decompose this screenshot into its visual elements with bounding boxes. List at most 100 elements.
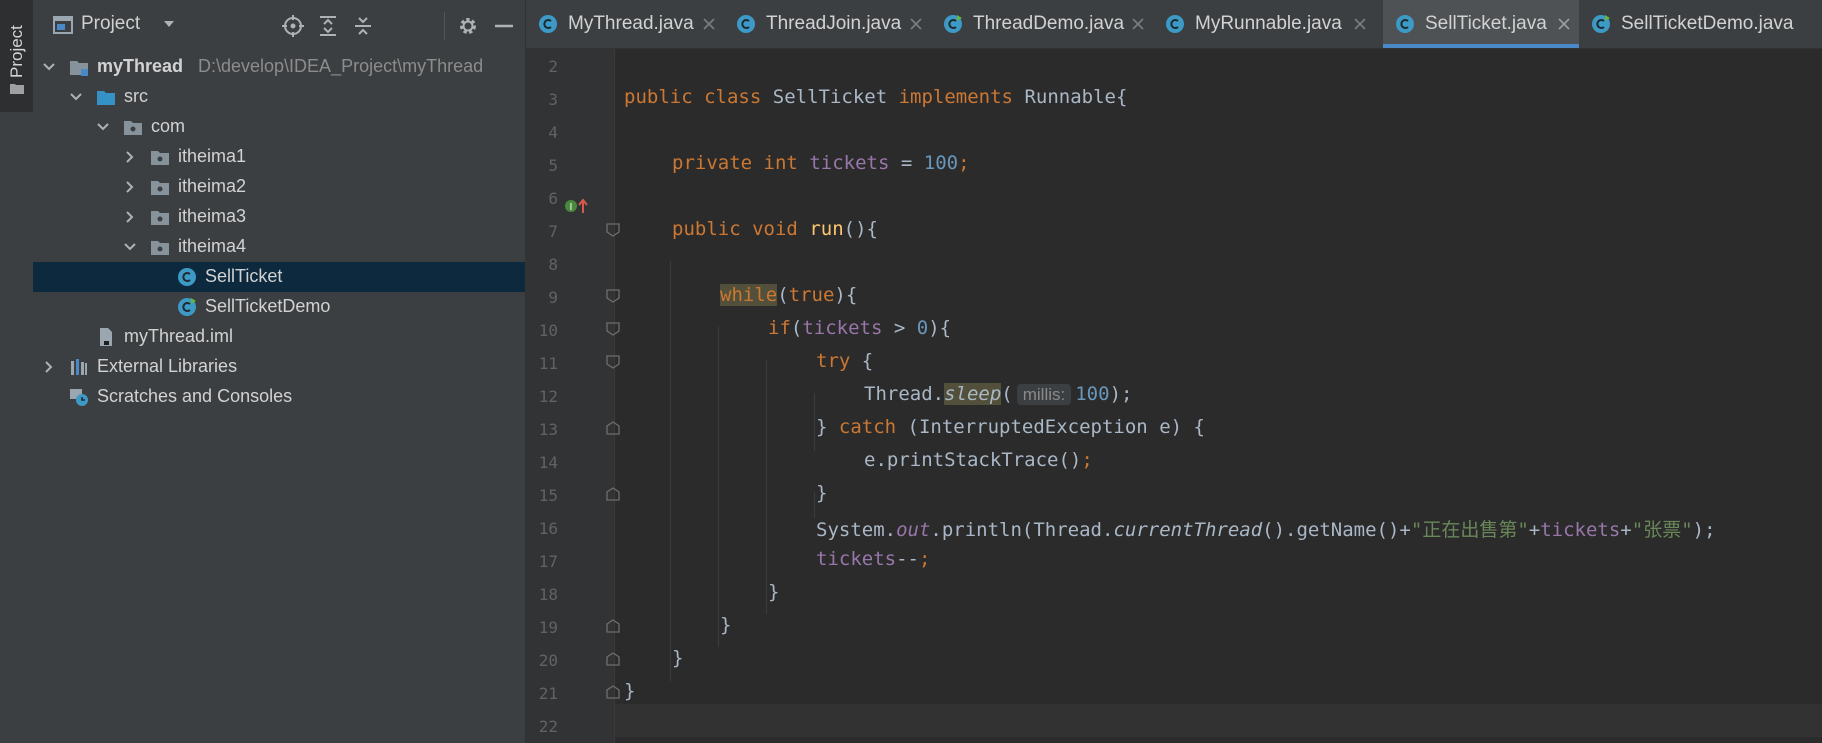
package-icon	[151, 181, 169, 195]
project-tool-label: Project	[7, 25, 26, 78]
chevron-down-icon[interactable]	[123, 240, 137, 254]
keyword: class	[704, 86, 762, 108]
method-call: e.printStackTrace()	[864, 449, 1082, 471]
chevron-right-icon[interactable]	[123, 150, 137, 164]
java-class-icon	[1396, 15, 1414, 33]
chevron-right-icon[interactable]	[42, 360, 56, 374]
tree-item-src[interactable]: src	[33, 82, 525, 112]
tree-item-label: SellTicket	[205, 266, 283, 286]
tab-label: ThreadJoin.java	[766, 13, 902, 34]
close-icon[interactable]	[1131, 17, 1145, 31]
hide-icon[interactable]	[492, 14, 516, 38]
tree-item-itheima2[interactable]: itheima2	[33, 172, 525, 202]
tree-item-sellticket[interactable]: SellTicket	[33, 262, 525, 292]
tree-item-external-libraries[interactable]: External Libraries	[33, 352, 525, 382]
package-icon	[124, 121, 142, 135]
file-icon	[100, 328, 112, 346]
gear-icon[interactable]	[456, 14, 480, 38]
chevron-right-icon[interactable]	[123, 180, 137, 194]
code-line: public class SellTicket implements Runna…	[624, 86, 1127, 108]
project-panel-title[interactable]: Project	[81, 13, 140, 35]
project-tool-tab[interactable]: Project	[0, 0, 33, 112]
class-name: SellTicket	[772, 86, 888, 108]
keyword-highlighted: while	[720, 284, 778, 306]
punctuation: }	[672, 647, 684, 669]
java-class-icon	[539, 15, 557, 33]
module-path: D:\develop\IDEA_Project\myThread	[198, 56, 484, 76]
string-literal: "正在出售第"	[1410, 519, 1529, 541]
runnable-class-icon	[178, 298, 196, 316]
punctuation: );	[1109, 383, 1133, 405]
expand-all-icon[interactable]	[316, 14, 340, 38]
punctuation: (	[790, 317, 803, 339]
close-icon[interactable]	[1353, 17, 1367, 31]
runnable-class-icon	[944, 15, 962, 33]
tab-label: SellTicketDemo.java	[1621, 13, 1794, 34]
class-ref: Thread.	[864, 383, 945, 405]
keyword: private	[672, 152, 753, 174]
operator: --	[896, 548, 919, 570]
tree-item-label: itheima3	[178, 206, 247, 226]
tab-label: SellTicket.java	[1425, 13, 1547, 34]
tab-threadjoin[interactable]: ThreadJoin.java	[724, 0, 931, 48]
chevron-down-icon[interactable]	[42, 60, 56, 74]
folder-icon	[10, 84, 24, 94]
code-line: tickets--;	[816, 548, 930, 570]
tree-item-itheima4[interactable]: itheima4	[33, 232, 525, 262]
chevron-down-icon[interactable]	[69, 90, 83, 104]
indent-guide	[814, 393, 815, 451]
tree-item-label: myThread	[97, 56, 184, 76]
semicolon: ;	[1081, 449, 1093, 471]
punctuation: }	[816, 482, 828, 504]
tab-sellticket[interactable]: SellTicket.java	[1383, 0, 1579, 48]
tab-myrunnable[interactable]: MyRunnable.java	[1153, 0, 1375, 48]
static-field: out	[896, 519, 931, 541]
tab-label: MyRunnable.java	[1195, 13, 1342, 34]
code-line: }	[816, 482, 827, 504]
package-icon	[151, 151, 169, 165]
tree-item-label: myThread.iml	[124, 326, 234, 346]
tree-item-itheima1[interactable]: itheima1	[33, 142, 525, 172]
tree-item-label: Scratches and Consoles	[97, 386, 293, 406]
close-icon[interactable]	[702, 17, 716, 31]
field-name: tickets	[816, 548, 897, 570]
punctuation: (){	[843, 218, 878, 240]
tree-item-itheima3[interactable]: itheima3	[33, 202, 525, 232]
collapse-all-icon[interactable]	[351, 14, 375, 38]
code-editor[interactable]: 2 3 4 5 6 7 8 9 10 11 12 13 14 15 16 17 …	[526, 49, 1822, 743]
code-area[interactable]: public class SellTicket implements Runna…	[526, 49, 1822, 743]
tab-mythread[interactable]: MyThread.java	[526, 0, 724, 48]
tree-item-scratches[interactable]: Scratches and Consoles	[33, 382, 525, 412]
semicolon: ;	[958, 152, 970, 174]
code-line: } catch (InterruptedException e) {	[816, 416, 1205, 438]
tab-threaddemo[interactable]: ThreadDemo.java	[931, 0, 1153, 48]
tool-window-stripe: Project	[0, 0, 34, 743]
punctuation: }	[768, 581, 780, 603]
close-icon[interactable]	[909, 17, 923, 31]
tree-item-label: SellTicketDemo	[205, 296, 331, 316]
chevron-down-icon[interactable]	[161, 17, 177, 31]
keyword: public	[624, 86, 693, 108]
tree-item-mythread[interactable]: myThread D:\develop\IDEA_Project\myThrea…	[33, 52, 525, 82]
tree-item-sellticketdemo[interactable]: SellTicketDemo	[33, 292, 525, 322]
operator: =	[900, 152, 913, 174]
locate-icon[interactable]	[281, 14, 305, 38]
runnable-class-icon	[1592, 15, 1610, 33]
package-icon	[151, 211, 169, 225]
code-line: private int tickets = 100;	[672, 152, 970, 174]
close-icon[interactable]	[1557, 17, 1571, 31]
code-line: e.printStackTrace();	[864, 449, 1093, 471]
tree-item-com[interactable]: com	[33, 112, 525, 142]
code-line: }	[624, 680, 635, 702]
tab-sellticketdemo[interactable]: SellTicketDemo.java	[1579, 0, 1822, 48]
chevron-right-icon[interactable]	[123, 210, 137, 224]
tree-item-mythread-iml[interactable]: myThread.iml	[33, 322, 525, 352]
header-divider	[444, 12, 445, 40]
chevron-down-icon[interactable]	[96, 120, 110, 134]
package-icon	[151, 241, 169, 255]
keyword: if	[768, 317, 791, 339]
code-line: }	[768, 581, 779, 603]
tab-label: MyThread.java	[568, 13, 694, 34]
static-method: sleep	[944, 383, 1002, 405]
indent-guide	[718, 327, 719, 647]
